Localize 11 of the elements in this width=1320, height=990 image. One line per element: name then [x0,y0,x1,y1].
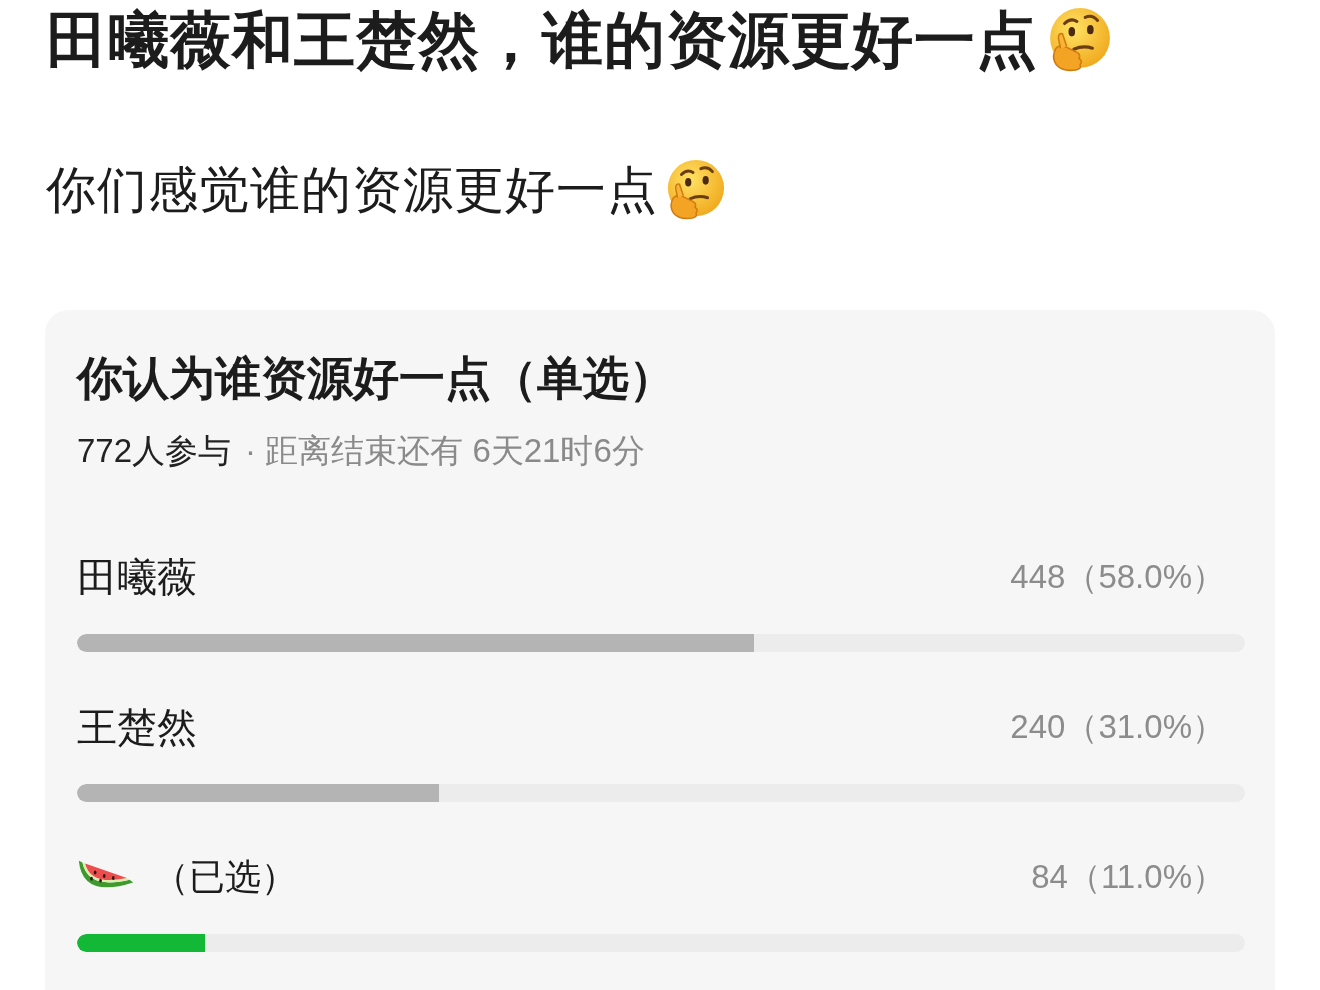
time-remaining: · 距离结束还有 6天21时6分 [245,431,645,471]
vote-result: 240（31.0%） [1010,706,1225,747]
selected-note: （已选） [153,855,297,899]
vote-result: 448（58.0%） [1010,556,1225,597]
post-title: 田曦薇和王楚然，谁的资源更好一点 [46,5,1038,76]
poll-title: 你认为谁资源好一点（单选） [77,351,676,406]
participant-count: 772人参与 [77,431,232,471]
option-label: 王楚然 [77,704,197,751]
post-text: 你们感觉谁的资源更好一点 [46,161,658,220]
vote-result: 84（11.0%） [1031,856,1225,897]
option-label: 田曦薇 [77,554,197,601]
